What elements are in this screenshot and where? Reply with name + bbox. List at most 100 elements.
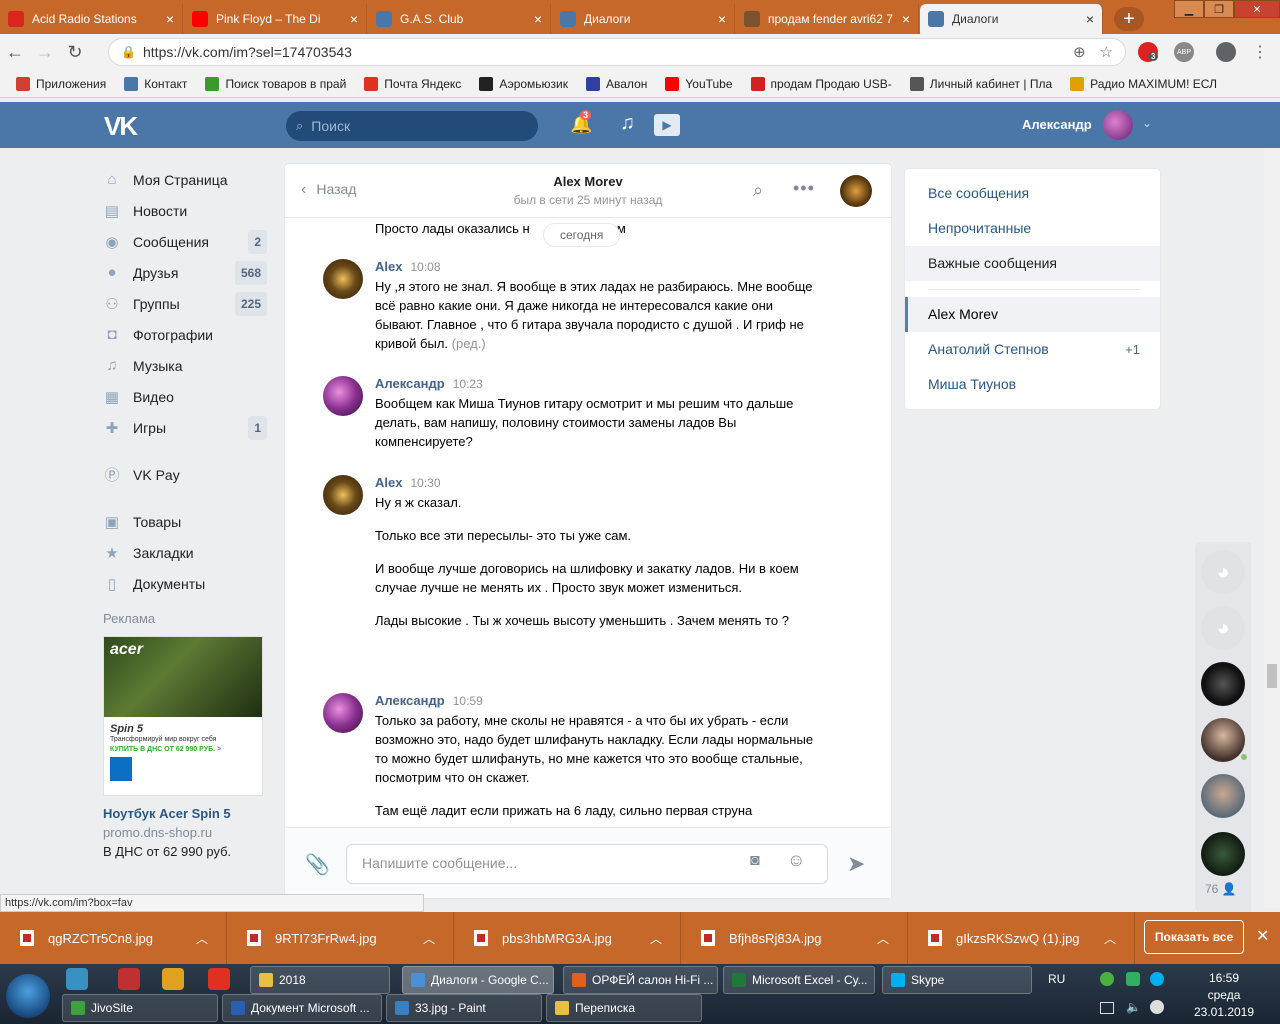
volume-icon[interactable]: 🔈 [1126, 1000, 1141, 1014]
sidebar-item-2[interactable]: ▯ Документы [103, 568, 267, 599]
chevron-up-icon[interactable]: ︿ [877, 930, 889, 947]
menu-dots-icon[interactable]: ⋮ [1252, 42, 1268, 62]
message-avatar[interactable] [323, 259, 363, 299]
minimize-button[interactable]: ▁ [1174, 0, 1204, 18]
bookmark-item[interactable]: Приложения [16, 76, 106, 91]
sidebar-item-0[interactable]: Ⓟ VK Pay [103, 459, 267, 490]
play-icon[interactable]: ▶ [654, 114, 680, 136]
back-arrow-icon[interactable]: ← [0, 42, 30, 63]
chevron-up-icon[interactable]: ︿ [1104, 930, 1116, 947]
chat-avatar[interactable] [840, 175, 872, 207]
close-tab-icon[interactable]: × [902, 11, 910, 27]
more-dots-icon[interactable]: ••• [793, 178, 815, 199]
tray-icon[interactable] [1126, 972, 1140, 986]
user-avatar[interactable] [1103, 110, 1133, 140]
forward-arrow-icon[interactable]: → [30, 42, 60, 63]
folder-item[interactable]: Важные сообщения [905, 246, 1160, 281]
download-item[interactable]: gIkzsRKSzwQ (1).jpg ︿ [908, 912, 1135, 964]
quicklaunch-icon[interactable] [162, 968, 184, 990]
taskbar-button[interactable]: Переписка [546, 994, 702, 1022]
opera-ext-icon[interactable]: 3 [1138, 42, 1159, 62]
clock[interactable]: 16:59 среда 23.01.2019 [1168, 970, 1280, 1021]
download-item[interactable]: pbs3hbMRG3A.jpg ︿ [454, 912, 681, 964]
chevron-up-icon[interactable]: ︿ [196, 930, 208, 947]
bookmark-item[interactable]: Почта Яндекс [364, 76, 461, 91]
sidebar-item-6[interactable]: ♫ Музыка [103, 350, 267, 381]
download-item[interactable]: 9RTI73FrRw4.jpg ︿ [227, 912, 454, 964]
chevron-down-icon[interactable]: ⌄ [1142, 116, 1152, 130]
folder-item[interactable]: Анатолий Степнов +1 [905, 332, 1160, 367]
notifications-bell-icon[interactable]: 🔔 3 [570, 110, 592, 135]
reload-icon[interactable]: ↻ [60, 42, 90, 63]
browser-tab[interactable]: продам fender avri62 7 × [736, 4, 919, 34]
user-name[interactable]: Александр [1022, 117, 1092, 132]
dog-avatar-icon[interactable]: ◕ [1201, 550, 1245, 594]
download-item[interactable]: Bfjh8sRj83A.jpg ︿ [681, 912, 908, 964]
taskbar-button[interactable]: Skype [882, 966, 1032, 994]
close-tab-icon[interactable]: × [534, 11, 542, 27]
taskbar-button[interactable]: Документ Microsoft ... [222, 994, 382, 1022]
lang-indicator[interactable]: RU [1048, 972, 1065, 986]
bookmark-item[interactable]: Поиск товаров в прай [205, 76, 346, 91]
taskbar-button[interactable]: ОРФЕЙ салон Hi-Fi ... [563, 966, 718, 994]
show-all-downloads-button[interactable]: Показать все [1144, 920, 1244, 954]
browser-tab[interactable]: Диалоги × [552, 4, 735, 34]
close-tab-icon[interactable]: × [718, 11, 726, 27]
folder-item[interactable]: Непрочитанные [905, 211, 1160, 246]
taskbar-button[interactable]: JivoSite [62, 994, 218, 1022]
skype-tray-icon[interactable] [1150, 972, 1164, 986]
ad-image[interactable]: acer Spin 5 Трансформируй мир вокруг себ… [103, 636, 263, 796]
message-author[interactable]: Александр 10:23 [375, 376, 483, 391]
message-avatar[interactable] [323, 376, 363, 416]
start-button[interactable] [6, 974, 50, 1018]
sidebar-item-7[interactable]: ▦ Видео [103, 381, 267, 412]
folder-item[interactable]: Миша Тиунов [905, 367, 1160, 402]
folder-item[interactable]: Все сообщения [905, 176, 1160, 211]
abr-ext-icon[interactable]: АВР [1174, 42, 1194, 62]
bookmark-item[interactable]: Личный кабинет | Пла [909, 76, 1052, 91]
scroll-thumb[interactable] [1267, 664, 1277, 688]
quicklaunch-icon[interactable] [66, 968, 88, 990]
bookmark-star-icon[interactable]: ☆ [1100, 43, 1113, 61]
folder-item[interactable]: Alex Morev [905, 297, 1160, 332]
browser-tab[interactable]: Диалоги × [920, 4, 1103, 34]
chatbar-count[interactable]: 76 👤 [1205, 882, 1237, 896]
attach-paperclip-icon[interactable]: 📎 [305, 852, 330, 877]
chevron-up-icon[interactable]: ︿ [650, 930, 662, 947]
taskbar-button[interactable]: 2018 [250, 966, 390, 994]
maximize-button[interactable]: ❐ [1204, 0, 1234, 18]
taskbar-button[interactable]: 33.jpg - Paint [386, 994, 542, 1022]
sidebar-item-1[interactable]: ★ Закладки [103, 537, 267, 568]
bookmark-item[interactable]: Авалон [586, 76, 647, 91]
send-arrow-icon[interactable]: ➤ [847, 851, 865, 877]
message-avatar[interactable] [323, 475, 363, 515]
message-list[interactable]: Просто лады оказались нем сегодня Alex10… [285, 219, 891, 826]
taskbar-button[interactable]: Microsoft Excel - Су... [723, 966, 875, 994]
message-avatar[interactable] [323, 693, 363, 733]
taskbar-button[interactable]: Диалоги - Google C... [402, 966, 554, 994]
chevron-up-icon[interactable]: ︿ [423, 930, 435, 947]
emoji-icon[interactable]: ☺ [787, 850, 805, 871]
zoom-icon[interactable]: ⊕ [1073, 43, 1086, 61]
message-author[interactable]: Alex 10:30 [375, 475, 441, 490]
close-window-button[interactable]: ✕ [1234, 0, 1280, 18]
browser-tab[interactable]: G.A.S. Club × [368, 4, 551, 34]
contact-avatar[interactable] [1201, 718, 1249, 762]
new-tab-button[interactable]: + [1114, 7, 1144, 31]
contact-avatar[interactable] [1201, 774, 1245, 818]
tray-icon[interactable] [1100, 972, 1114, 986]
search-input[interactable]: ⌕ Поиск [286, 111, 538, 141]
close-downloads-icon[interactable]: ✕ [1256, 926, 1269, 946]
sidebar-item-8[interactable]: ✚ Игры 1 [103, 412, 267, 443]
network-icon[interactable] [1100, 1002, 1114, 1014]
browser-tab[interactable]: Pink Floyd – The Di × [184, 4, 367, 34]
page-scrollbar[interactable] [1264, 148, 1280, 908]
browser-tab[interactable]: Acid Radio Stations × [0, 4, 183, 34]
download-item[interactable]: qgRZCTr5Cn8.jpg ︿ [0, 912, 227, 964]
bookmark-item[interactable]: Аэромьюзик [479, 76, 568, 91]
yandex-icon[interactable] [208, 968, 230, 990]
bookmark-item[interactable]: Радио MAXIMUM! ЕСЛ [1070, 76, 1217, 91]
sidebar-item-0[interactable]: ▣ Товары [103, 506, 267, 537]
info-icon[interactable] [1150, 1000, 1164, 1014]
close-tab-icon[interactable]: × [1086, 11, 1094, 27]
